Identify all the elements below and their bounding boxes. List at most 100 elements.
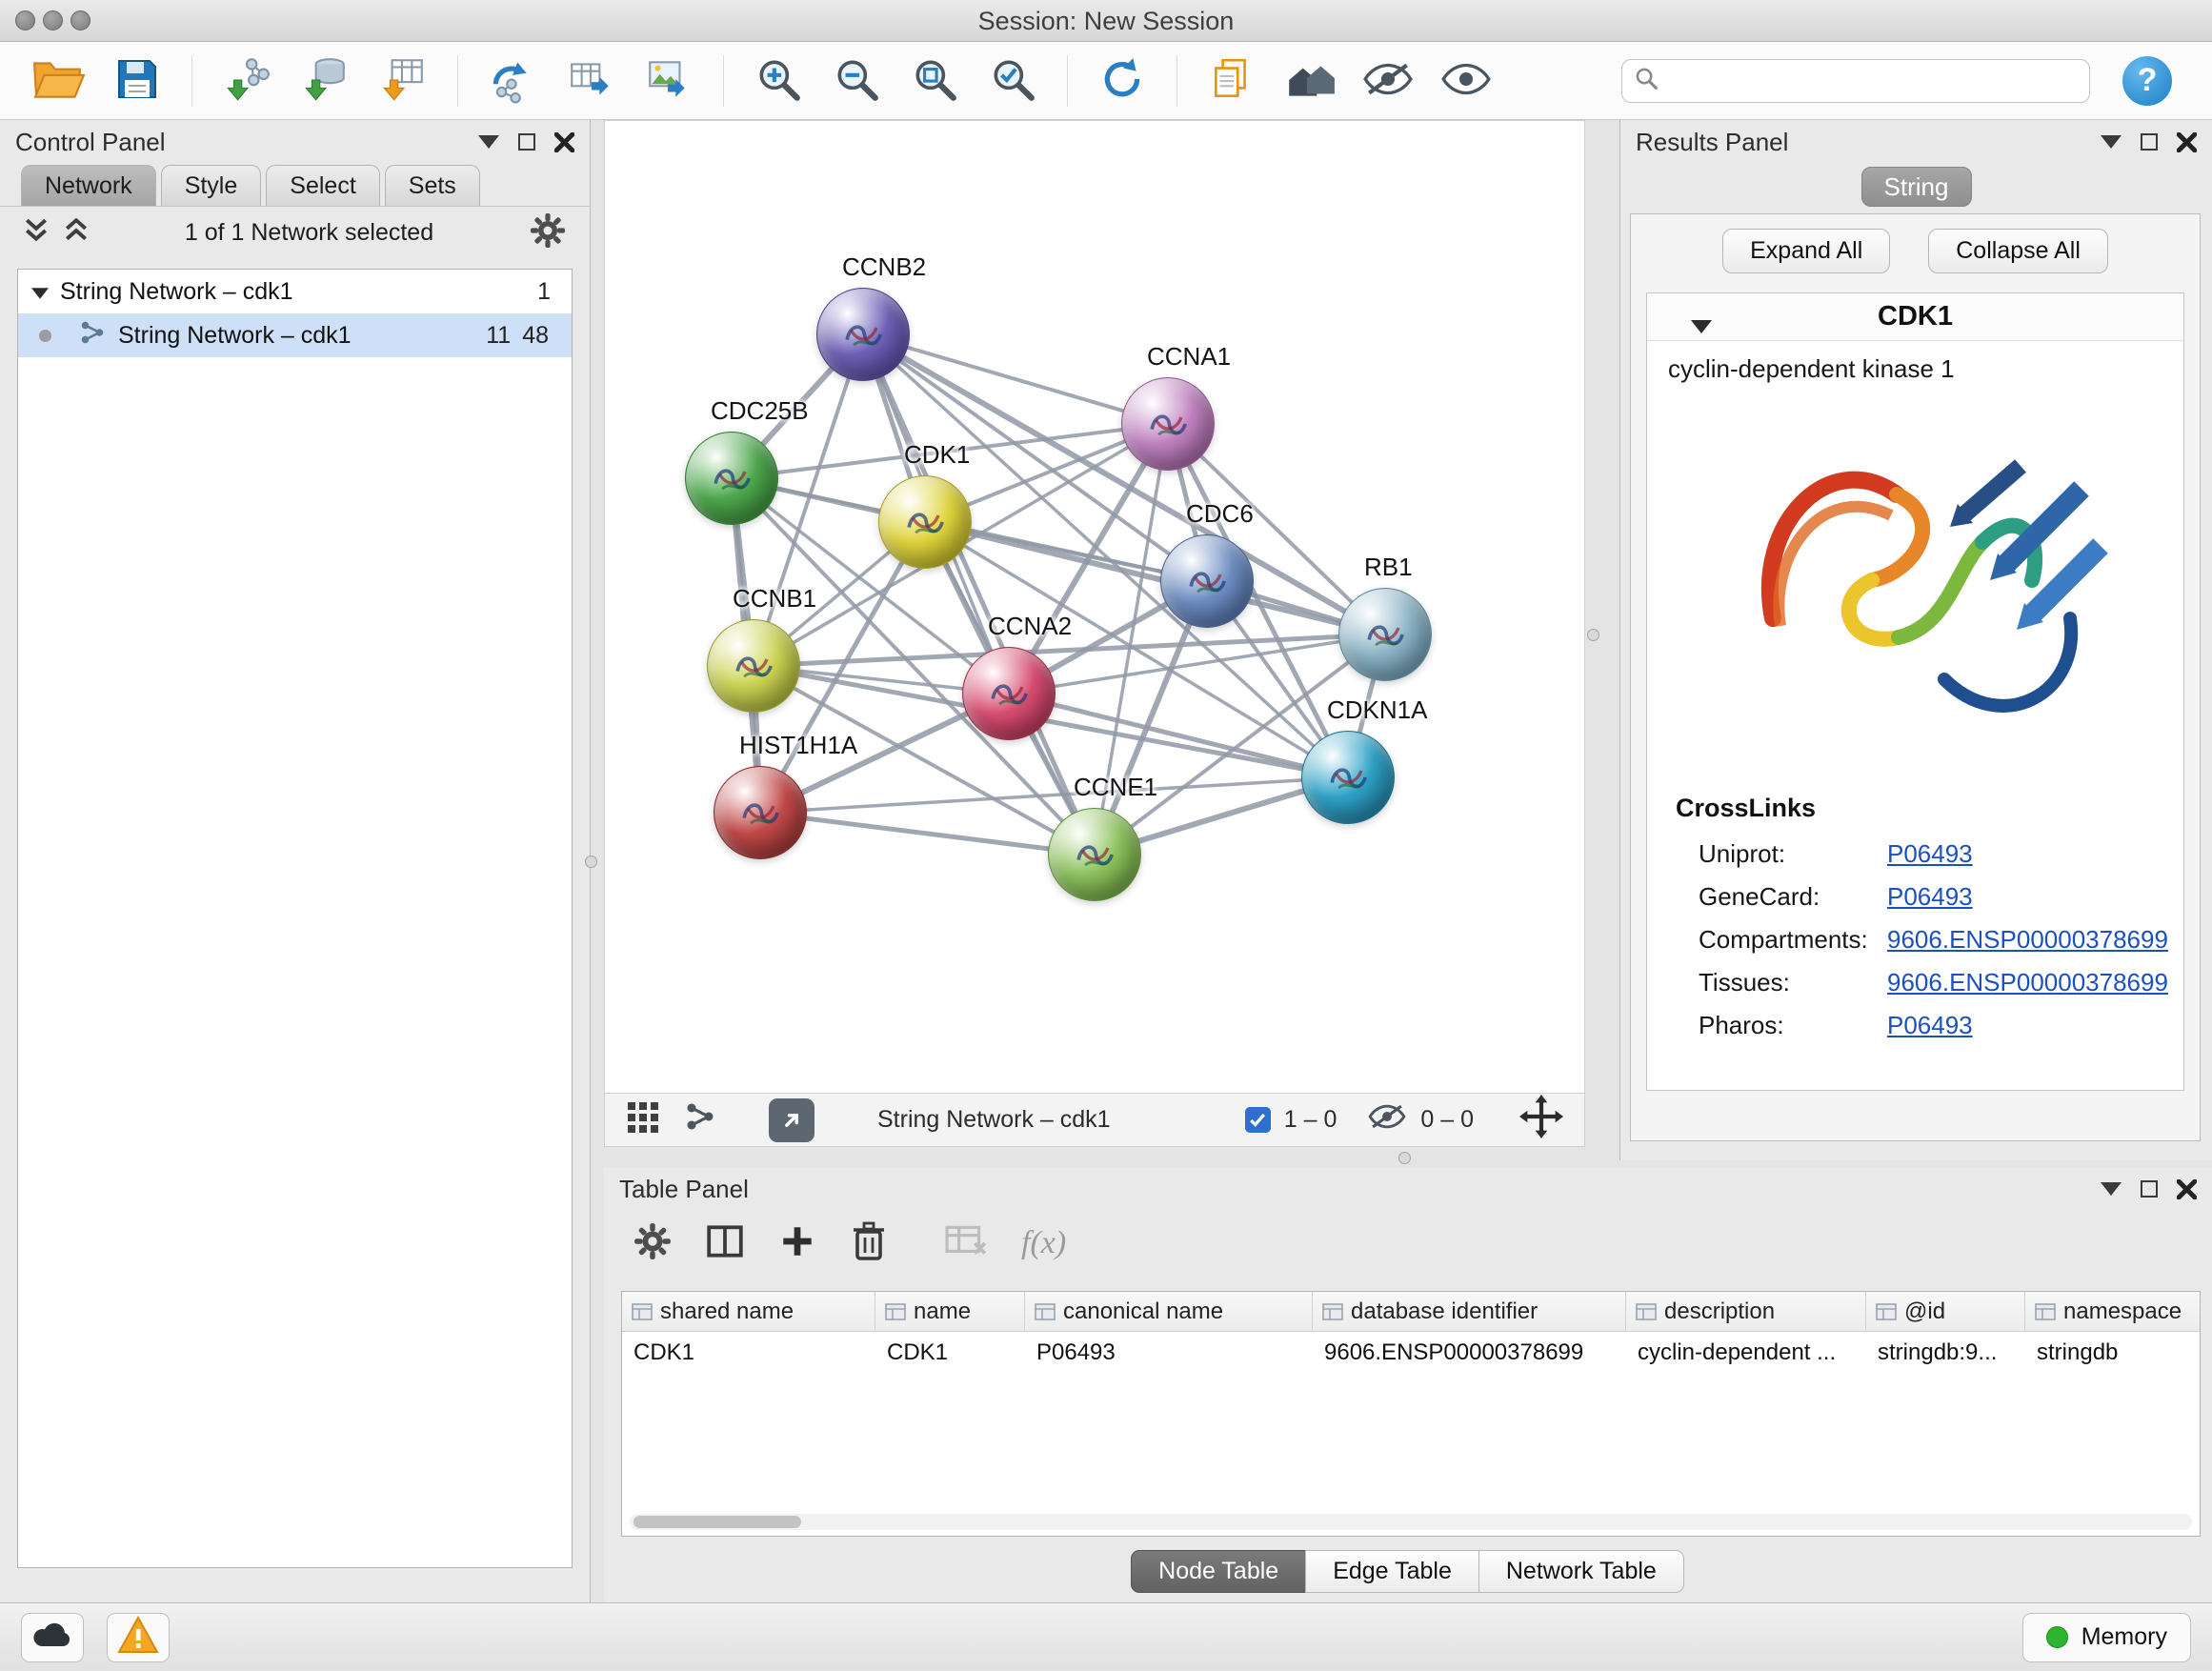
close-panel-icon[interactable] [2177,132,2197,152]
network-view-canvas[interactable]: CCNB2CCNA1CDC25BCDK1CDC6RB1CCNB1CCNA2CDK… [604,120,1585,1094]
zoom-fit-button[interactable] [900,50,969,112]
warning-status-button[interactable] [107,1613,170,1662]
crosslink-link[interactable]: P06493 [1887,882,1973,912]
memory-button[interactable]: Memory [2022,1613,2191,1662]
zoom-out-button[interactable] [822,50,891,112]
close-panel-icon[interactable] [2177,1179,2197,1199]
import-table-button[interactable] [369,50,437,112]
protein-glyph [982,667,1036,720]
pan-crosshair-icon[interactable] [1519,1095,1563,1145]
network-collection-row[interactable]: String Network – cdk1 1 [18,270,572,313]
search-input[interactable] [1668,67,2078,94]
refresh-view-button[interactable] [1088,50,1156,112]
collapse-all-button[interactable]: Collapse All [1928,229,2108,273]
expand-tree-icon[interactable] [23,218,50,248]
results-tab-string[interactable]: String [1861,167,1972,207]
network-node-hist1h1a[interactable] [714,766,807,859]
export-image-button[interactable] [634,50,703,112]
open-in-new-window-button[interactable] [769,1098,814,1142]
network-tools-button[interactable] [478,50,547,112]
export-table-button[interactable] [556,50,625,112]
network-node-cdkn1a[interactable] [1301,731,1395,824]
close-window-button[interactable] [15,10,35,30]
table-settings-gear-icon[interactable] [633,1221,673,1266]
cloud-status-button[interactable] [21,1613,84,1662]
results-panel: Results Panel String Expand All Collapse… [1619,120,2212,1160]
network-node-ccne1[interactable] [1048,808,1141,901]
close-panel-icon[interactable] [554,132,574,152]
scrollbar-thumb[interactable] [633,1516,801,1528]
expand-all-button[interactable]: Expand All [1722,229,1890,273]
crosslink-link[interactable]: P06493 [1887,1011,1973,1040]
tab-network-table[interactable]: Network Table [1478,1550,1684,1593]
selection-summary: 1 of 1 Network selected [103,219,515,247]
network-node-ccnb2[interactable] [816,288,910,381]
float-panel-icon[interactable] [2141,133,2158,151]
splitter-handle[interactable] [1398,1152,1411,1164]
network-list-toolbar: 1 of 1 Network selected [0,206,590,259]
protein-card-header[interactable]: CDK1 [1647,293,2183,341]
delete-column-trash-icon[interactable] [850,1220,888,1267]
node-label-cdk1: CDK1 [904,440,970,470]
tab-select[interactable]: Select [266,165,379,206]
crosslink-link[interactable]: 9606.ENSP00000378699 [1887,925,2168,955]
network-node-ccnb1[interactable] [707,619,800,713]
zoom-in-button[interactable] [744,50,813,112]
column-header-id[interactable]: @id [1866,1292,2025,1331]
zoom-window-button[interactable] [70,10,90,30]
collapse-section-icon[interactable] [1691,310,1712,341]
float-panel-icon[interactable] [2141,1180,2158,1198]
tab-network[interactable]: Network [21,165,156,206]
network-node-cdk1[interactable] [878,475,972,569]
network-options-gear-icon[interactable] [529,211,567,254]
collapse-panel-icon[interactable] [478,135,499,149]
collapse-panel-icon[interactable] [2101,1182,2122,1196]
show-columns-icon[interactable] [705,1221,745,1266]
tab-edge-table[interactable]: Edge Table [1305,1550,1479,1593]
float-panel-icon[interactable] [518,133,535,151]
houses-view-button[interactable] [1276,50,1344,112]
add-column-plus-icon[interactable] [777,1221,817,1266]
table-cell: 9606.ENSP00000378699 [1313,1339,1626,1366]
grid-view-icon[interactable] [626,1100,664,1139]
network-node-cdc6[interactable] [1160,534,1254,628]
column-header-shared-name[interactable]: shared name [622,1292,875,1331]
splitter-handle[interactable] [1587,629,1599,641]
collapse-panel-icon[interactable] [2101,135,2122,149]
save-session-button[interactable] [103,50,171,112]
tree-expand-icon[interactable] [31,278,49,306]
column-header-database-identifier[interactable]: database identifier [1313,1292,1626,1331]
help-button[interactable]: ? [2122,56,2172,106]
table-row[interactable]: CDK1CDK1P064939606.ENSP00000378699cyclin… [622,1332,2200,1374]
collapse-tree-icon[interactable] [63,218,90,248]
crosslink-link[interactable]: 9606.ENSP00000378699 [1887,968,2168,997]
show-details-button[interactable] [1432,50,1500,112]
selected-nodes-checkbox[interactable] [1245,1107,1271,1133]
network-node-cdc25b[interactable] [685,432,778,525]
hide-details-button[interactable] [1354,50,1422,112]
function-builder-icon[interactable]: f(x) [1021,1225,1066,1261]
node-label-ccnb2: CCNB2 [842,252,926,282]
open-session-button[interactable] [25,50,93,112]
column-header-canonical-name[interactable]: canonical name [1025,1292,1313,1331]
network-node-rb1[interactable] [1338,588,1432,681]
crosslink-link[interactable]: P06493 [1887,839,1973,869]
tab-node-table[interactable]: Node Table [1131,1550,1306,1593]
column-header-namespace[interactable]: namespace [2025,1292,2201,1331]
import-network-from-file-button[interactable] [212,50,281,112]
duplicate-document-button[interactable] [1197,50,1266,112]
column-header-description[interactable]: description [1626,1292,1866,1331]
hidden-eye-slash-icon[interactable] [1367,1101,1407,1138]
column-header-name[interactable]: name [875,1292,1025,1331]
splitter-handle[interactable] [585,856,597,868]
tab-style[interactable]: Style [161,165,262,206]
network-row-selected[interactable]: String Network – cdk1 11 48 [18,313,572,357]
network-node-ccna2[interactable] [962,647,1056,740]
tab-sets[interactable]: Sets [385,165,480,206]
minimize-window-button[interactable] [43,10,63,30]
network-share-icon[interactable] [683,1099,717,1140]
zoom-selected-button[interactable] [978,50,1047,112]
import-network-from-database-button[interactable] [291,50,359,112]
horizontal-scrollbar[interactable] [630,1514,2192,1530]
network-node-ccna1[interactable] [1121,377,1215,471]
